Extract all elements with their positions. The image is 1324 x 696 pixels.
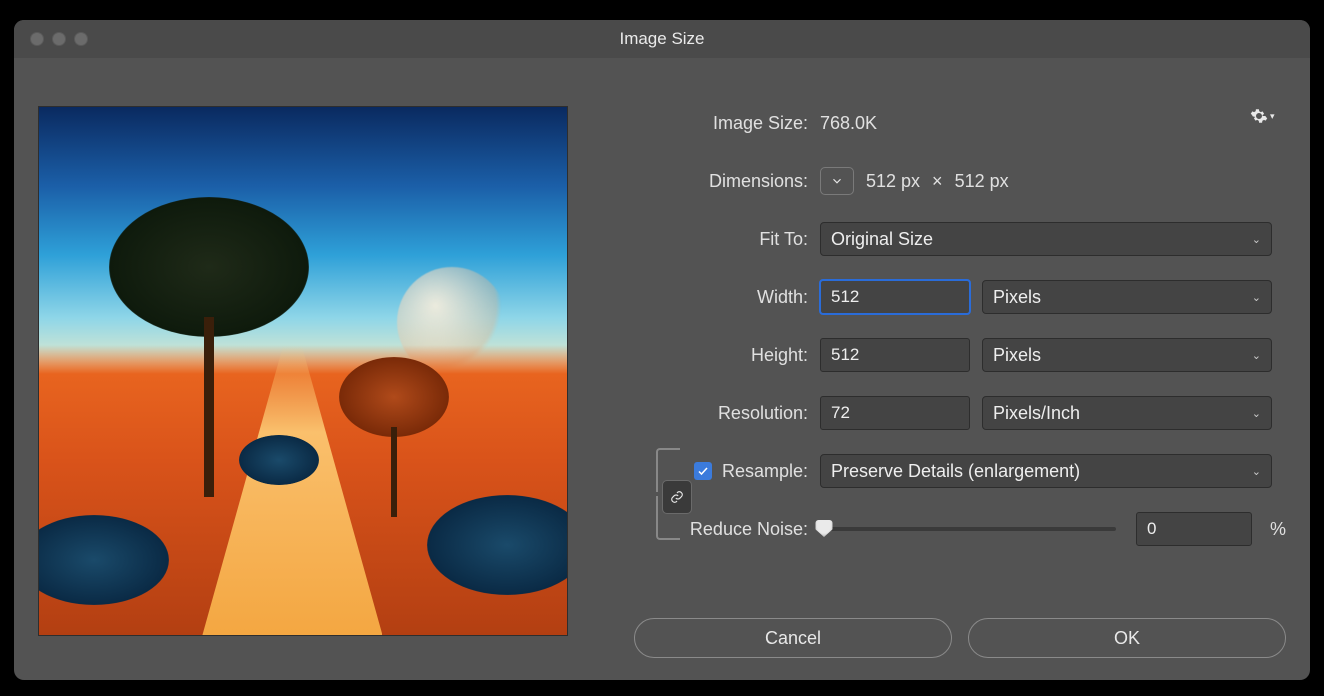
settings-menu-button[interactable]: ▾ — [1250, 104, 1280, 128]
fit-to-select[interactable]: Original Size ⌄ — [820, 222, 1272, 256]
reduce-noise-slider[interactable] — [824, 527, 1116, 531]
height-label: Height: — [698, 345, 820, 366]
dimensions-separator: × — [932, 171, 943, 192]
image-size-value: 768.0K — [820, 113, 877, 134]
width-label: Width: — [698, 287, 820, 308]
chevron-down-icon: ⌄ — [1252, 349, 1261, 362]
resample-checkbox[interactable] — [694, 462, 712, 480]
dimensions-unit-button[interactable] — [820, 167, 854, 195]
height-input[interactable] — [820, 338, 970, 372]
dialog-footer: Cancel OK — [634, 618, 1286, 658]
resolution-input[interactable] — [820, 396, 970, 430]
resample-method-select[interactable]: Preserve Details (enlargement) ⌄ — [820, 454, 1272, 488]
dimensions-height: 512 px — [955, 171, 1009, 192]
width-unit-value: Pixels — [993, 287, 1041, 308]
percent-label: % — [1270, 519, 1286, 540]
preview-image — [38, 106, 568, 636]
window-controls — [30, 32, 88, 46]
fit-to-value: Original Size — [831, 229, 933, 250]
window-title: Image Size — [14, 29, 1310, 49]
close-window-button[interactable] — [30, 32, 44, 46]
height-unit-select[interactable]: Pixels ⌄ — [982, 338, 1272, 372]
resolution-unit-value: Pixels/Inch — [993, 403, 1080, 424]
chevron-down-icon: ⌄ — [1252, 407, 1261, 420]
form-panel: ▾ Image Size: 768.0K Dimensions: 512 px … — [628, 92, 1286, 660]
chevron-down-icon: ▾ — [1270, 111, 1275, 122]
minimize-window-button[interactable] — [52, 32, 66, 46]
chevron-down-icon: ⌄ — [1252, 465, 1261, 478]
height-unit-value: Pixels — [993, 345, 1041, 366]
resolution-unit-select[interactable]: Pixels/Inch ⌄ — [982, 396, 1272, 430]
check-icon — [697, 465, 709, 477]
chevron-down-icon: ⌄ — [1252, 233, 1261, 246]
chevron-down-icon — [830, 174, 844, 188]
image-size-dialog: Image Size ▾ Image Size: 768.0 — [14, 20, 1310, 680]
reduce-noise-label: Reduce Noise: — [628, 519, 820, 540]
dimensions-label: Dimensions: — [628, 171, 820, 192]
resample-label: Resample: — [722, 461, 808, 482]
width-unit-select[interactable]: Pixels ⌄ — [982, 280, 1272, 314]
titlebar: Image Size — [14, 20, 1310, 58]
dimensions-width: 512 px — [866, 171, 920, 192]
link-icon — [670, 488, 684, 506]
fit-to-label: Fit To: — [628, 229, 820, 250]
resolution-label: Resolution: — [698, 403, 820, 424]
chevron-down-icon: ⌄ — [1252, 291, 1261, 304]
ok-button[interactable]: OK — [968, 618, 1286, 658]
resample-method-value: Preserve Details (enlargement) — [831, 461, 1080, 482]
reduce-noise-input[interactable] — [1136, 512, 1252, 546]
gear-icon — [1250, 107, 1268, 125]
cancel-button[interactable]: Cancel — [634, 618, 952, 658]
constrain-proportions-toggle[interactable] — [662, 480, 692, 514]
zoom-window-button[interactable] — [74, 32, 88, 46]
image-size-label: Image Size: — [628, 113, 820, 134]
width-input[interactable] — [820, 280, 970, 314]
